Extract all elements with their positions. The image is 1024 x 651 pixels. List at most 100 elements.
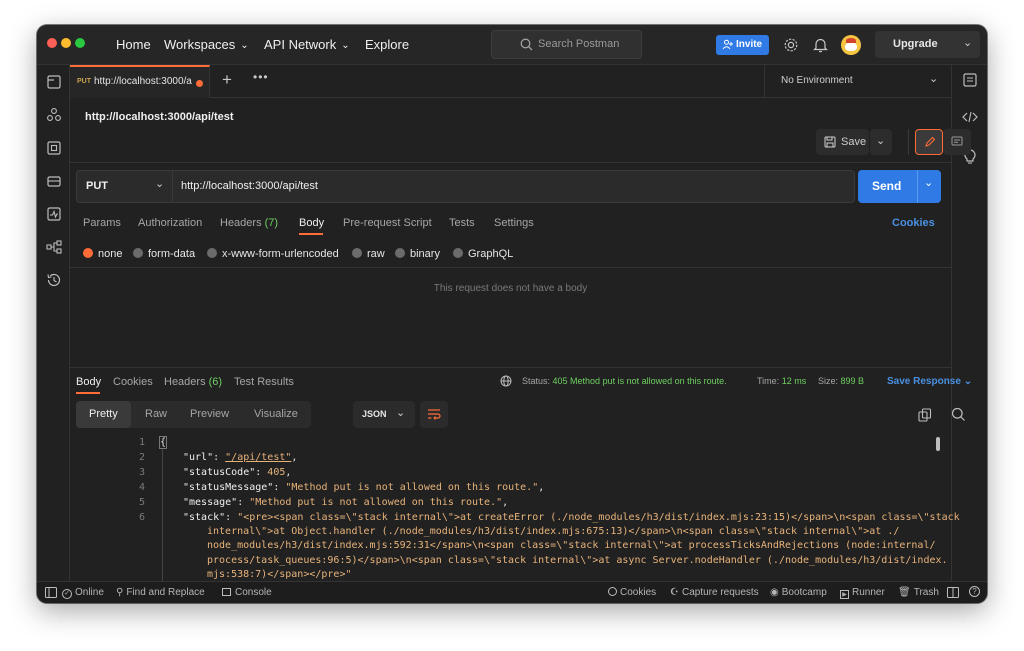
body-type-raw[interactable]: raw — [352, 248, 385, 260]
new-tab-button[interactable]: + — [222, 70, 232, 90]
edit-mode-button[interactable] — [915, 129, 943, 155]
chevron-down-icon[interactable]: ⌄ — [924, 176, 933, 189]
chevron-down-icon: ⌄ — [341, 40, 350, 51]
request-tab[interactable]: PUT http://localhost:3000/a — [70, 65, 210, 98]
url-input[interactable]: http://localhost:3000/api/test — [181, 180, 318, 192]
nav-workspaces[interactable]: Workspaces ⌄ — [164, 37, 249, 52]
radio-label: GraphQL — [468, 248, 514, 260]
active-tab-indicator — [299, 233, 323, 235]
search-input[interactable]: Search Postman — [491, 30, 642, 59]
method-selector[interactable]: PUT ⌄ — [77, 171, 173, 202]
more-tabs-icon[interactable]: ••• — [253, 70, 269, 84]
format-label: JSON — [362, 409, 387, 419]
format-selector[interactable]: JSON ⌄ — [353, 401, 415, 428]
capture-requests-button[interactable]: ☪ Capture requests — [670, 587, 759, 598]
gear-icon[interactable] — [783, 37, 799, 53]
environment-selector[interactable]: No Environment ⌄ — [764, 65, 951, 98]
empty-body-message: This request does not have a body — [433, 283, 588, 294]
body-type-binary[interactable]: binary — [395, 248, 440, 260]
save-response-button[interactable]: Save Response ⌄ — [887, 376, 972, 387]
resp-tab-headers-label: Headers — [164, 376, 206, 388]
resp-tab-body[interactable]: Body — [76, 376, 101, 388]
size-info: Size: 899 B — [818, 376, 864, 386]
tab-params[interactable]: Params — [83, 217, 121, 229]
tab-pre-request-script[interactable]: Pre-request Script — [343, 217, 432, 229]
view-tab-pretty[interactable]: Pretty — [76, 401, 131, 428]
time-value: 12 ms — [781, 376, 807, 386]
copy-icon[interactable] — [918, 408, 932, 422]
view-tab-visualize[interactable]: Visualize — [254, 408, 298, 420]
view-tab-preview[interactable]: Preview — [190, 408, 229, 420]
tab-authorization[interactable]: Authorization — [138, 217, 202, 229]
json-key: "stack" — [183, 512, 226, 523]
help-icon[interactable]: ? — [969, 586, 980, 597]
console-button[interactable]: Console — [222, 587, 272, 598]
response-body-code[interactable]: 1 2 3 4 5 6 7 { "url": "/api/test", "sta… — [70, 428, 960, 597]
minimize-window-button[interactable] — [61, 38, 71, 48]
runner-button[interactable]: ▶ Runner — [840, 587, 885, 599]
check-circle-icon: ✓ — [62, 589, 72, 599]
code-icon[interactable] — [961, 108, 979, 126]
close-window-button[interactable] — [47, 38, 57, 48]
send-button[interactable]: Send ⌄ — [858, 170, 941, 203]
body-type-urlencoded[interactable]: x-www-form-urlencoded — [207, 248, 339, 260]
invite-button[interactable]: Invite — [716, 35, 769, 55]
resp-tab-cookies[interactable]: Cookies — [113, 376, 153, 388]
body-type-none[interactable]: none — [83, 248, 122, 260]
search-icon[interactable] — [951, 407, 966, 422]
nav-workspaces-label: Workspaces — [164, 37, 236, 52]
main-panel: http://localhost:3000/api/test Save ⌄ PU… — [70, 98, 972, 597]
code-line-stack: "stack": "<pre><span class=\"stack inter… — [183, 512, 960, 523]
environment-quick-look-icon[interactable] — [961, 71, 979, 89]
body-type-graphql[interactable]: GraphQL — [453, 248, 513, 260]
nav-home-label: Home — [116, 37, 151, 52]
find-replace-label: Find and Replace — [126, 587, 205, 598]
cookies-button[interactable]: Cookies — [608, 587, 656, 598]
find-replace-button[interactable]: ⚲ Find and Replace — [116, 587, 205, 598]
online-status[interactable]: ✓ Online — [62, 587, 104, 599]
search-icon — [520, 38, 533, 51]
nav-api-network[interactable]: API Network ⌄ — [264, 37, 350, 52]
tab-headers[interactable]: Headers (7) — [220, 217, 278, 229]
monitors-icon[interactable] — [45, 205, 63, 223]
json-string: "/api/test" — [225, 452, 292, 463]
left-sidebar — [37, 65, 70, 581]
environments-icon[interactable] — [45, 139, 63, 157]
chevron-down-icon: ⌄ — [155, 178, 165, 190]
nav-home[interactable]: Home — [116, 37, 151, 52]
history-icon[interactable] — [45, 271, 63, 289]
collections-icon[interactable] — [45, 73, 63, 91]
flows-icon[interactable] — [45, 238, 63, 256]
wrap-lines-button[interactable] — [420, 401, 448, 428]
mock-servers-icon[interactable] — [45, 172, 63, 190]
tab-tests[interactable]: Tests — [449, 217, 475, 229]
chevron-down-icon: ⌄ — [396, 407, 406, 419]
maximize-window-button[interactable] — [75, 38, 85, 48]
json-string: "Method put is not allowed on this route… — [285, 482, 539, 493]
body-type-form-data[interactable]: form-data — [133, 248, 195, 260]
trash-button[interactable]: 🗑 Trash — [898, 587, 939, 598]
code-open-brace: { — [158, 436, 168, 449]
upgrade-label: Upgrade — [893, 38, 938, 50]
apis-icon[interactable] — [45, 106, 63, 124]
save-button[interactable]: Save — [816, 129, 869, 155]
nav-explore[interactable]: Explore — [365, 37, 409, 52]
tab-body[interactable]: Body — [299, 217, 324, 229]
resp-tab-test-results[interactable]: Test Results — [234, 376, 294, 388]
tab-method: PUT — [77, 78, 91, 85]
environment-label: No Environment — [781, 75, 853, 86]
view-tab-raw[interactable]: Raw — [145, 408, 167, 420]
runner-label: Runner — [852, 587, 885, 598]
two-pane-icon[interactable] — [947, 587, 959, 598]
sidebar-toggle-icon[interactable] — [45, 587, 57, 598]
tab-settings[interactable]: Settings — [494, 217, 534, 229]
cookies-link[interactable]: Cookies — [892, 217, 935, 229]
upgrade-button[interactable]: Upgrade ⌄ — [875, 31, 980, 58]
comments-button[interactable] — [943, 129, 971, 155]
save-options-button[interactable]: ⌄ — [870, 129, 892, 155]
bell-icon[interactable] — [813, 37, 828, 53]
avatar[interactable] — [841, 35, 861, 55]
resp-tab-headers[interactable]: Headers (6) — [164, 376, 222, 388]
scrollbar[interactable] — [936, 437, 940, 451]
bootcamp-button[interactable]: ◉ Bootcamp — [770, 587, 827, 598]
